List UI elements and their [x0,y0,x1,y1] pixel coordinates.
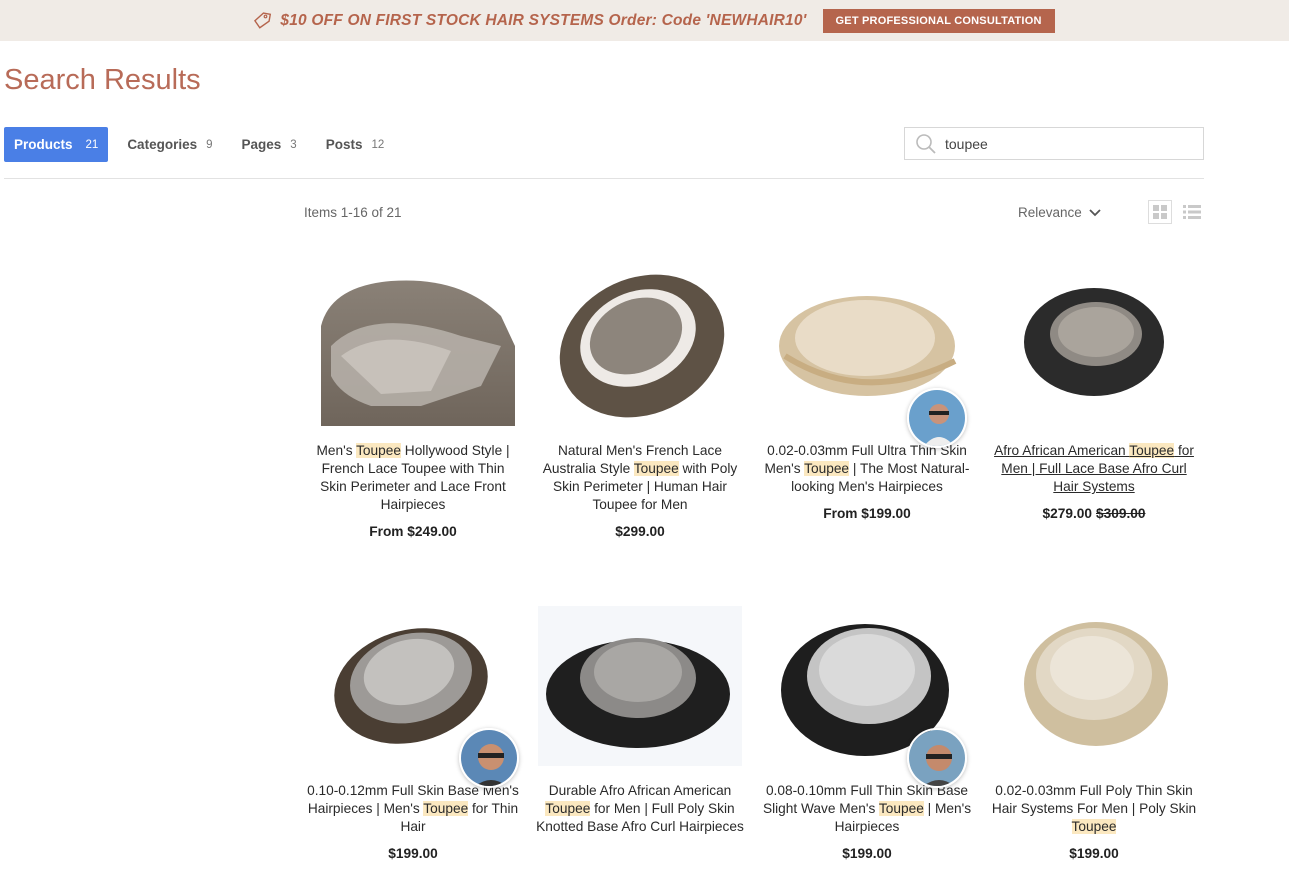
product-title[interactable]: 0.02-0.03mm Full Ultra Thin Skin Men's T… [757,442,977,496]
tab-count: 12 [371,138,385,151]
product-card[interactable]: Natural Men's French Lace Australia Styl… [530,266,750,539]
product-title[interactable]: Natural Men's French Lace Australia Styl… [530,442,750,514]
product-card[interactable]: Afro African American Toupee for Men | F… [984,266,1204,521]
search-input[interactable]: toupee [904,127,1204,160]
search-highlight: Toupee [633,461,679,476]
product-title[interactable]: Afro African American Toupee for Men | F… [984,442,1204,496]
promo-text: $10 OFF ON FIRST STOCK HAIR SYSTEMS Orde… [280,11,807,29]
search-query[interactable]: toupee [945,136,988,152]
product-image[interactable] [992,606,1196,766]
product-image[interactable] [538,266,742,426]
consultation-button[interactable]: GET PROFESSIONAL CONSULTATION [822,8,1055,33]
product-image[interactable] [765,266,969,448]
list-view-icon[interactable] [1183,203,1201,221]
product-title[interactable]: Durable Afro African American Toupee for… [530,782,750,836]
product-card[interactable]: 0.10-0.12mm Full Skin Base Men's Hairpie… [303,606,523,861]
product-card[interactable]: 0.02-0.03mm Full Poly Thin Skin Hair Sys… [984,606,1204,861]
search-icon [916,133,936,154]
search-highlight: Toupee [356,443,401,458]
tab-label: Pages [241,137,282,152]
tab-label: Categories [127,137,198,152]
product-title[interactable]: Men's Toupee Hollywood Style | French La… [303,442,523,514]
avatar [907,388,967,448]
product-price: From $249.00 [369,524,457,539]
tag-icon [254,11,272,29]
product-image[interactable] [992,266,1196,426]
search-highlight: Toupee [878,801,924,816]
product-title[interactable]: 0.10-0.12mm Full Skin Base Men's Hairpie… [303,782,523,836]
product-price: $279.00 $309.00 [1042,506,1146,521]
promo-bar: $10 OFF ON FIRST STOCK HAIR SYSTEMS Orde… [0,0,1289,41]
product-image[interactable] [765,606,969,788]
tab-label: Posts [325,137,363,152]
divider [4,178,1204,179]
avatar [459,728,519,788]
product-card[interactable]: 0.08-0.10mm Full Thin Skin Base Slight W… [757,606,977,861]
tab-count: 9 [206,138,213,151]
search-highlight: Toupee [545,801,591,816]
product-title[interactable]: 0.08-0.10mm Full Thin Skin Base Slight W… [757,782,977,836]
product-card[interactable]: Durable Afro African American Toupee for… [530,606,750,846]
search-highlight: Toupee [804,461,850,476]
search-highlight: Toupee [1129,443,1175,458]
product-image[interactable] [311,606,519,788]
product-price: From $199.00 [823,506,911,521]
product-image[interactable] [538,606,742,766]
product-title[interactable]: 0.02-0.03mm Full Poly Thin Skin Hair Sys… [984,782,1204,836]
sort-label: Relevance [1018,205,1082,220]
page-title: Search Results [4,64,201,96]
tab-count: 21 [85,138,99,151]
product-price: $199.00 [388,846,438,861]
product-price: $299.00 [615,524,665,539]
tab-posts[interactable]: Posts 12 [316,127,395,162]
search-highlight: Toupee [1071,819,1117,834]
tab-categories[interactable]: Categories 9 [117,127,222,162]
grid-view-icon[interactable] [1148,200,1172,224]
search-highlight: Toupee [423,801,469,816]
original-price: $309.00 [1096,506,1146,521]
product-price: $199.00 [842,846,892,861]
chevron-down-icon [1089,208,1101,216]
sort-dropdown[interactable]: Relevance [1018,205,1101,220]
avatar [907,728,967,788]
product-card[interactable]: Men's Toupee Hollywood Style | French La… [303,266,523,539]
product-card[interactable]: 0.02-0.03mm Full Ultra Thin Skin Men's T… [757,266,977,521]
tab-count: 3 [290,138,297,151]
result-tabs: Products 21 Categories 9 Pages 3 Posts 1… [4,127,403,162]
tab-label: Products [14,137,73,152]
tab-pages[interactable]: Pages 3 [232,127,307,162]
product-price: $199.00 [1069,846,1119,861]
tab-products[interactable]: Products 21 [4,127,109,162]
results-summary: Items 1-16 of 21 [304,205,402,220]
product-image[interactable] [311,266,515,426]
